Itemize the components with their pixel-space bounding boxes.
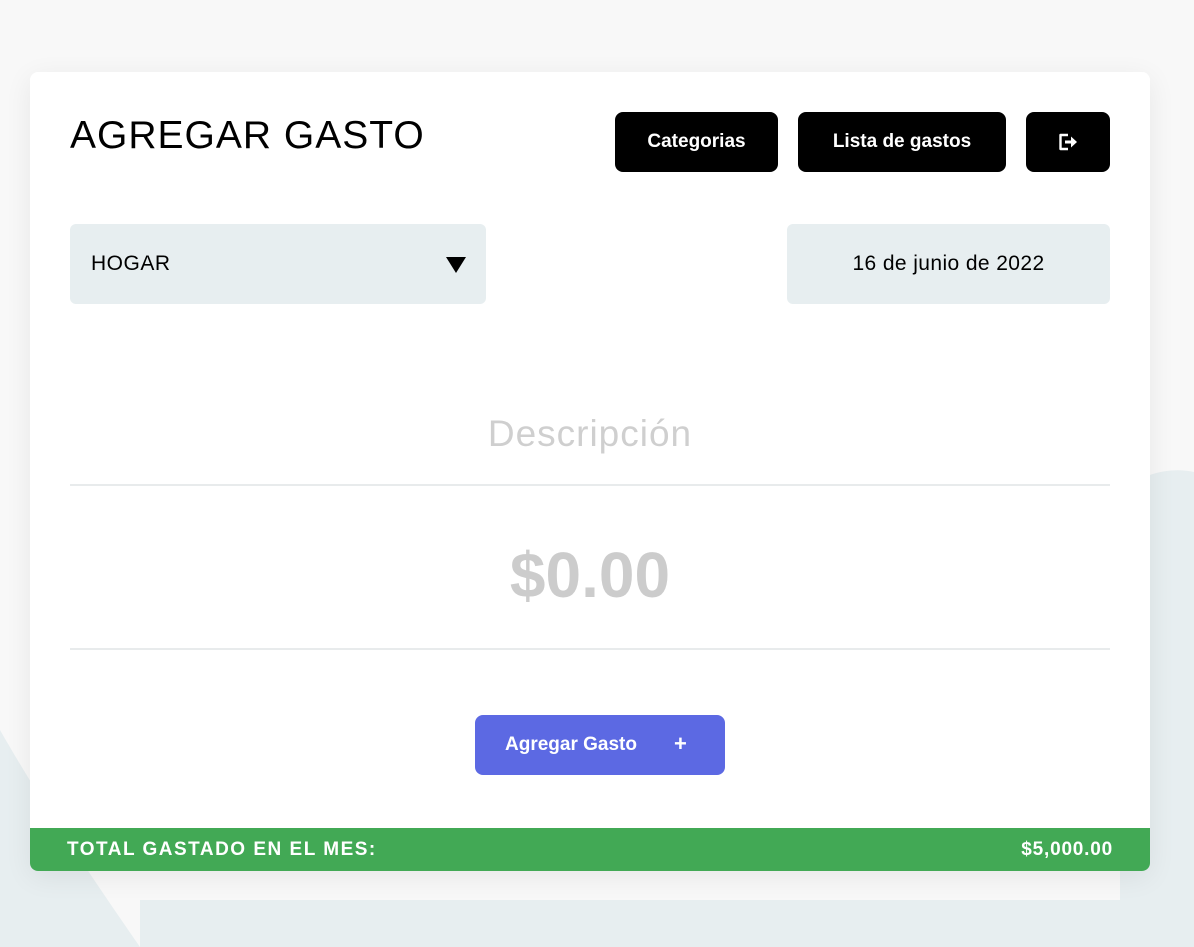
amount-input[interactable] [70,502,1110,650]
add-expense-button-label: Agregar Gasto [505,734,637,755]
total-label: TOTAL GASTADO EN EL MES: [67,838,377,860]
add-expense-card: AGREGAR GASTO Categorias Lista de gastos… [30,72,1150,871]
category-select-value: HOGAR [91,252,171,275]
expense-list-button[interactable]: Lista de gastos [798,112,1006,172]
date-picker[interactable]: 16 de junio de 2022 [787,224,1110,304]
logout-button[interactable] [1026,112,1110,172]
categories-button[interactable]: Categorias [615,112,778,172]
plus-icon: + [674,731,687,756]
page-title: AGREGAR GASTO [70,114,425,157]
add-expense-button[interactable]: Agregar Gasto + [475,715,725,775]
monthly-total-bar: TOTAL GASTADO EN EL MES: $5,000.00 [30,828,1150,871]
description-input[interactable] [70,384,1110,486]
category-select[interactable]: HOGAR [70,224,486,304]
total-value: $5,000.00 [1021,838,1113,860]
logout-icon [1059,133,1077,151]
caret-down-icon [446,257,466,273]
